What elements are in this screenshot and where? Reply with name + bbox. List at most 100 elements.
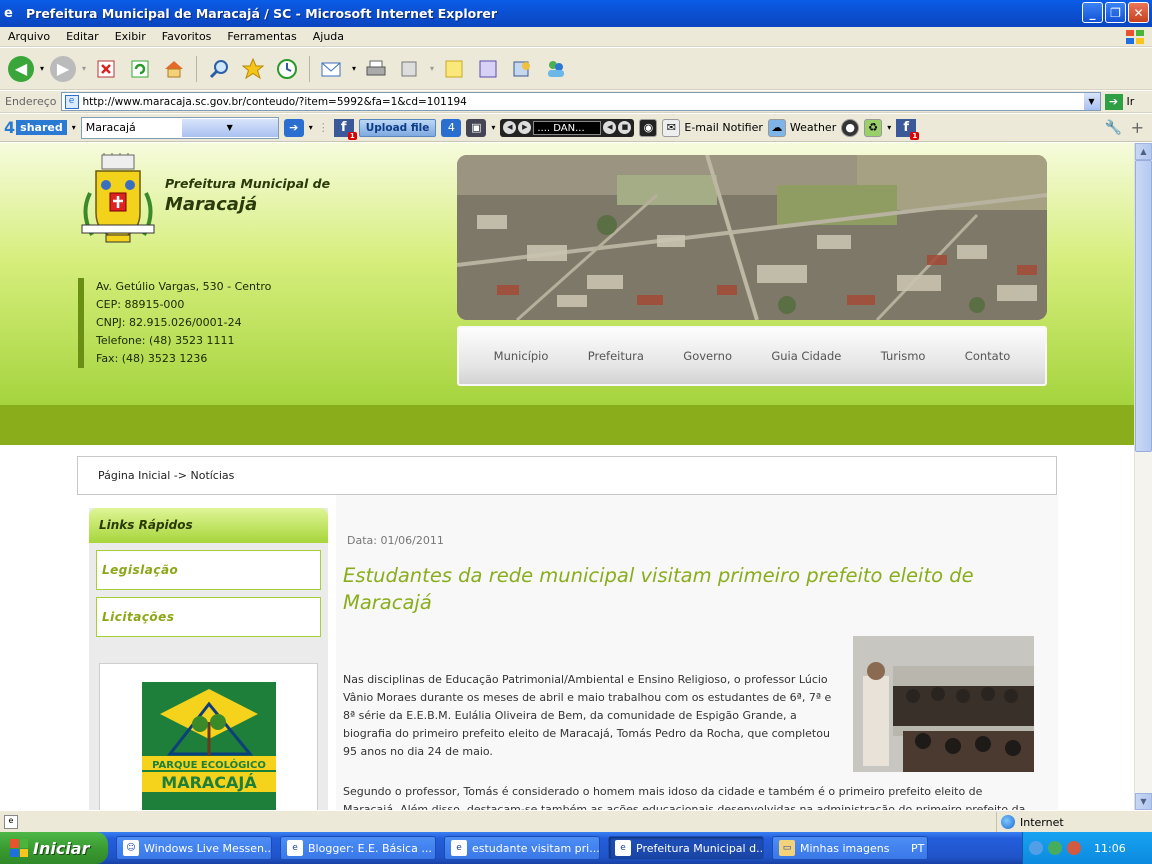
menu-ajuda[interactable]: Ajuda xyxy=(305,30,352,43)
player-prev-icon[interactable]: ◀ xyxy=(503,121,517,134)
address-phone: Telefone: (48) 3523 1111 xyxy=(96,334,235,347)
add-toolbar-icon[interactable]: + xyxy=(1131,118,1144,137)
search-dropdown-icon[interactable]: ▼ xyxy=(181,118,278,137)
page-status-icon: e xyxy=(4,814,18,829)
article-headline: Estudantes da rede municipal visitam pri… xyxy=(343,564,974,614)
back-dropdown-icon[interactable]: ▾ xyxy=(40,64,44,73)
player-play-icon[interactable]: ▶ xyxy=(518,121,532,134)
minimize-button[interactable]: _ xyxy=(1082,2,1103,23)
language-indicator[interactable]: PT xyxy=(911,842,924,855)
taskbar: Iniciar ☺ Windows Live Messen... e Blogger… xyxy=(0,832,1152,864)
player-volume-icon[interactable]: ◀ xyxy=(603,121,617,134)
search-go-icon[interactable]: ➔ xyxy=(283,118,304,137)
start-button[interactable]: Iniciar xyxy=(0,832,108,864)
4shared-search-input[interactable]: Maracajá ▼ xyxy=(80,116,279,139)
recycle-dropdown-icon[interactable]: ▾ xyxy=(887,123,891,132)
messenger-icon[interactable] xyxy=(542,55,570,83)
status-bar: e Internet xyxy=(0,810,1152,832)
refresh-icon[interactable] xyxy=(126,55,154,83)
page-icon: e xyxy=(64,94,79,109)
header-band xyxy=(0,405,1134,445)
site-name-line2: Maracajá xyxy=(165,194,258,215)
tray-messenger-icon[interactable] xyxy=(1048,841,1062,855)
nav-contato[interactable]: Contato xyxy=(965,349,1010,363)
task-estudante[interactable]: e estudante visitam pri... xyxy=(444,836,600,860)
windows-flag-icon xyxy=(10,839,28,857)
stop-icon[interactable] xyxy=(92,55,120,83)
sidebar: Links Rápidos Legislação Licitações PARQ… xyxy=(89,508,328,810)
4shared-small-icon[interactable]: 4 xyxy=(441,118,462,137)
4shared-search-value[interactable]: Maracajá xyxy=(86,121,182,134)
4shared-logo[interactable]: 4 shared xyxy=(4,118,67,137)
scroll-thumb[interactable] xyxy=(1135,160,1152,452)
tray-app-icon[interactable] xyxy=(1067,841,1081,855)
maximize-button[interactable]: ❐ xyxy=(1105,2,1126,23)
screen-icon[interactable]: ▣ xyxy=(466,118,487,137)
favorites-star-icon[interactable] xyxy=(239,55,267,83)
wrench-icon[interactable]: 🔧 xyxy=(1105,120,1122,136)
facebook-icon-2[interactable]: f1 xyxy=(896,118,920,140)
4shared-menu-icon[interactable]: ▾ xyxy=(72,123,76,132)
messenger-task-icon: ☺ xyxy=(123,840,139,856)
note-icon[interactable] xyxy=(440,55,468,83)
task-messenger[interactable]: ☺ Windows Live Messen... xyxy=(116,836,272,860)
mail-dropdown-icon[interactable]: ▾ xyxy=(352,64,356,73)
vertical-scrollbar[interactable]: ▲ ▼ xyxy=(1134,143,1152,810)
print-icon[interactable] xyxy=(362,55,390,83)
email-notifier-button[interactable]: ✉ E-mail Notifier xyxy=(662,118,763,137)
alarm-icon[interactable]: ◉ xyxy=(639,118,658,137)
nav-governo[interactable]: Governo xyxy=(683,349,732,363)
park-banner[interactable]: PARQUE ECOLÓGICO MARACAJÁ xyxy=(99,663,318,810)
player-display[interactable]: .... DAN... xyxy=(533,120,602,135)
nav-municipio[interactable]: Município xyxy=(494,349,549,363)
go-button[interactable]: ➔ Ir xyxy=(1104,93,1134,110)
upload-file-button[interactable]: Upload file xyxy=(358,118,437,137)
mail-icon[interactable] xyxy=(318,55,346,83)
nav-guia-cidade[interactable]: Guia Cidade xyxy=(771,349,841,363)
task-minhas-imagens[interactable]: ▭ Minhas imagens xyxy=(772,836,928,860)
go-arrow-icon: ➔ xyxy=(1104,93,1123,110)
task-prefeitura[interactable]: e Prefeitura Municipal d... xyxy=(608,836,764,860)
tray-arrow-icon[interactable] xyxy=(1029,841,1043,855)
task-blogger[interactable]: e Blogger: E.E. Básica ... xyxy=(280,836,436,860)
menu-editar[interactable]: Editar xyxy=(58,30,107,43)
edit-icon[interactable] xyxy=(396,55,424,83)
player-stop-icon[interactable]: ■ xyxy=(618,121,632,134)
nav-prefeitura[interactable]: Prefeitura xyxy=(588,349,644,363)
record-icon[interactable]: ● xyxy=(841,118,860,137)
security-zone: Internet xyxy=(996,812,1064,832)
scroll-down-icon[interactable]: ▼ xyxy=(1135,793,1152,810)
nav-turismo[interactable]: Turismo xyxy=(881,349,926,363)
research-icon[interactable] xyxy=(508,55,536,83)
address-dropdown-icon[interactable]: ▼ xyxy=(1083,93,1100,110)
edit-dropdown-icon[interactable]: ▾ xyxy=(430,64,434,73)
facebook-icon[interactable]: f1 xyxy=(333,118,357,140)
menu-arquivo[interactable]: Arquivo xyxy=(0,30,58,43)
address-url[interactable]: http://www.maracaja.sc.gov.br/conteudo/?… xyxy=(83,96,1084,108)
quick-link-legislacao[interactable]: Legislação xyxy=(96,550,321,590)
quick-link-licitacoes[interactable]: Licitações xyxy=(96,597,321,637)
menu-favoritos[interactable]: Favoritos xyxy=(154,30,220,43)
menu-exibir[interactable]: Exibir xyxy=(107,30,154,43)
forward-dropdown-icon[interactable]: ▾ xyxy=(82,64,86,73)
messenger-edit-icon[interactable] xyxy=(474,55,502,83)
page-viewport: Prefeitura Municipal de Maracajá Av. Get… xyxy=(0,143,1134,810)
menu-bar: Arquivo Editar Exibir Favoritos Ferramen… xyxy=(0,27,1152,47)
address-cep: CEP: 88915-000 xyxy=(96,298,185,311)
scroll-up-icon[interactable]: ▲ xyxy=(1135,143,1152,160)
breadcrumb[interactable]: Página Inicial -> Notícias xyxy=(77,456,1057,495)
search-options-icon[interactable]: ▾ xyxy=(309,123,313,132)
home-icon[interactable] xyxy=(160,55,188,83)
menu-ferramentas[interactable]: Ferramentas xyxy=(219,30,304,43)
back-icon[interactable]: ◀ xyxy=(8,55,34,82)
history-icon[interactable] xyxy=(273,55,301,83)
recycle-icon[interactable]: ♻ xyxy=(864,118,883,137)
close-button[interactable]: ✕ xyxy=(1128,2,1149,23)
forward-icon[interactable]: ▶ xyxy=(50,55,77,82)
window-title: Prefeitura Municipal de Maracajá / SC - … xyxy=(26,6,497,21)
address-input[interactable]: e http://www.maracaja.sc.gov.br/conteudo… xyxy=(60,92,1101,111)
weather-button[interactable]: ☁ Weather xyxy=(767,118,836,137)
search-icon[interactable] xyxy=(205,55,233,83)
screen-dropdown-icon[interactable]: ▾ xyxy=(491,123,495,132)
article-photo xyxy=(853,636,1034,772)
